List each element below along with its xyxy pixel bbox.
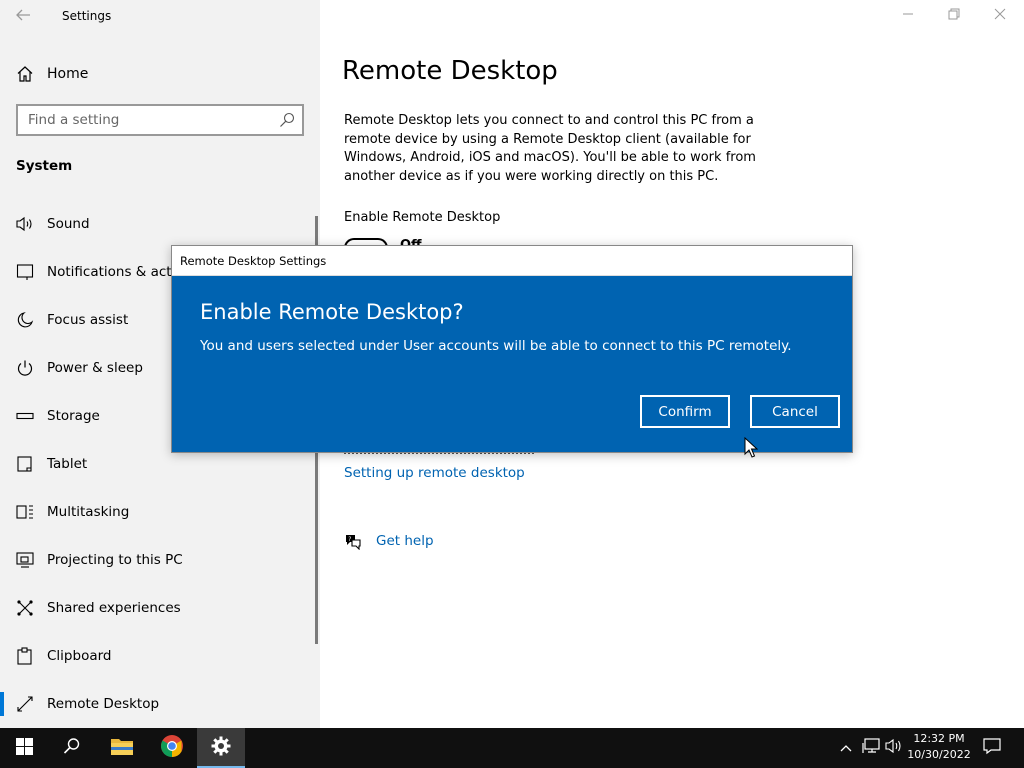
- minimize-icon[interactable]: [898, 6, 918, 26]
- folder-icon: [110, 736, 134, 760]
- file-explorer-button[interactable]: [98, 728, 146, 768]
- sidebar-item-label: Focus assist: [47, 312, 129, 328]
- projecting-icon: [16, 551, 34, 569]
- gear-icon: [211, 736, 231, 760]
- speaker-icon: [885, 738, 903, 758]
- help-chat-icon: ?: [344, 532, 362, 551]
- sidebar-item-label: Sound: [47, 216, 90, 232]
- remote-desktop-icon: [16, 695, 34, 713]
- back-arrow-icon[interactable]: [14, 6, 36, 26]
- cancel-button[interactable]: Cancel: [750, 395, 840, 428]
- taskbar: 12:32 PM 10/30/2022: [0, 728, 1024, 768]
- action-center-button[interactable]: [980, 728, 1004, 768]
- svg-text:?: ?: [348, 536, 351, 543]
- sidebar-item-label: Clipboard: [47, 648, 112, 664]
- home-label: Home: [47, 66, 89, 82]
- dialog-message: You and users selected under User accoun…: [200, 338, 792, 354]
- app-title: Settings: [62, 9, 112, 23]
- enable-remote-desktop-dialog: Remote Desktop Settings Enable Remote De…: [171, 245, 853, 453]
- dialog-title: Remote Desktop Settings: [172, 246, 852, 276]
- home-nav-item[interactable]: Home: [16, 63, 88, 85]
- section-title: System: [16, 158, 73, 174]
- tablet-icon: [16, 455, 34, 473]
- sidebar-item-label: Projecting to this PC: [47, 552, 183, 568]
- sidebar-item-label: Tablet: [47, 456, 88, 472]
- enable-remote-desktop-label: Enable Remote Desktop: [344, 210, 501, 225]
- moon-icon: [16, 311, 34, 329]
- sidebar-item-shared-experiences[interactable]: Shared experiences: [0, 584, 320, 632]
- speaker-icon: [16, 215, 34, 233]
- sidebar-item-label: Remote Desktop: [47, 696, 160, 712]
- clock-date: 10/30/2022: [907, 748, 971, 761]
- storage-icon: [16, 407, 34, 425]
- clock-time: 12:32 PM: [913, 732, 965, 745]
- page-title: Remote Desktop: [342, 56, 558, 86]
- sidebar-item-multitasking[interactable]: Multitasking: [0, 488, 320, 536]
- search-icon: [63, 737, 81, 759]
- chevron-up-icon: [840, 740, 852, 756]
- sidebar-item-label: Power & sleep: [47, 360, 143, 376]
- network-tray-button[interactable]: [860, 728, 882, 768]
- notification-icon: [16, 263, 34, 281]
- sidebar-item-label: Shared experiences: [47, 600, 181, 616]
- chrome-button[interactable]: [148, 728, 196, 768]
- confirm-button[interactable]: Confirm: [640, 395, 730, 428]
- power-icon: [16, 359, 34, 377]
- search-icon[interactable]: [279, 112, 295, 128]
- search-input[interactable]: [18, 106, 268, 134]
- network-icon: [862, 738, 880, 758]
- sidebar-item-remote-desktop[interactable]: Remote Desktop: [0, 680, 320, 728]
- mouse-cursor-icon: [744, 436, 759, 459]
- chrome-icon: [160, 734, 184, 762]
- multitasking-icon: [16, 503, 34, 521]
- dialog-heading: Enable Remote Desktop?: [200, 300, 464, 324]
- notification-icon: [983, 737, 1001, 759]
- start-button[interactable]: [0, 728, 48, 768]
- partial-hidden-link: [344, 453, 534, 456]
- taskbar-search-button[interactable]: [48, 728, 96, 768]
- volume-tray-button[interactable]: [883, 728, 905, 768]
- sidebar-item-label: Storage: [47, 408, 100, 424]
- setting-up-remote-desktop-link[interactable]: Setting up remote desktop: [344, 465, 525, 481]
- windows-logo-icon: [15, 737, 33, 759]
- search-box[interactable]: [16, 104, 304, 136]
- clipboard-icon: [16, 647, 34, 665]
- home-icon: [16, 65, 34, 83]
- toggle-state-label: Off: [400, 238, 422, 245]
- sidebar-item-clipboard[interactable]: Clipboard: [0, 632, 320, 680]
- show-hidden-icons-button[interactable]: [836, 728, 856, 768]
- sidebar-item-label: Multitasking: [47, 504, 130, 520]
- sidebar-item-projecting[interactable]: Projecting to this PC: [0, 536, 320, 584]
- page-description: Remote Desktop lets you connect to and c…: [344, 113, 756, 184]
- shared-icon: [16, 599, 34, 617]
- get-help-link[interactable]: ? Get help: [344, 532, 434, 551]
- taskbar-clock[interactable]: 12:32 PM 10/30/2022: [904, 731, 974, 763]
- get-help-label: Get help: [376, 533, 434, 549]
- sidebar-item-sound[interactable]: Sound: [0, 200, 320, 248]
- settings-taskbar-button[interactable]: [197, 728, 245, 768]
- close-icon[interactable]: [990, 6, 1010, 26]
- restore-icon[interactable]: [944, 6, 964, 26]
